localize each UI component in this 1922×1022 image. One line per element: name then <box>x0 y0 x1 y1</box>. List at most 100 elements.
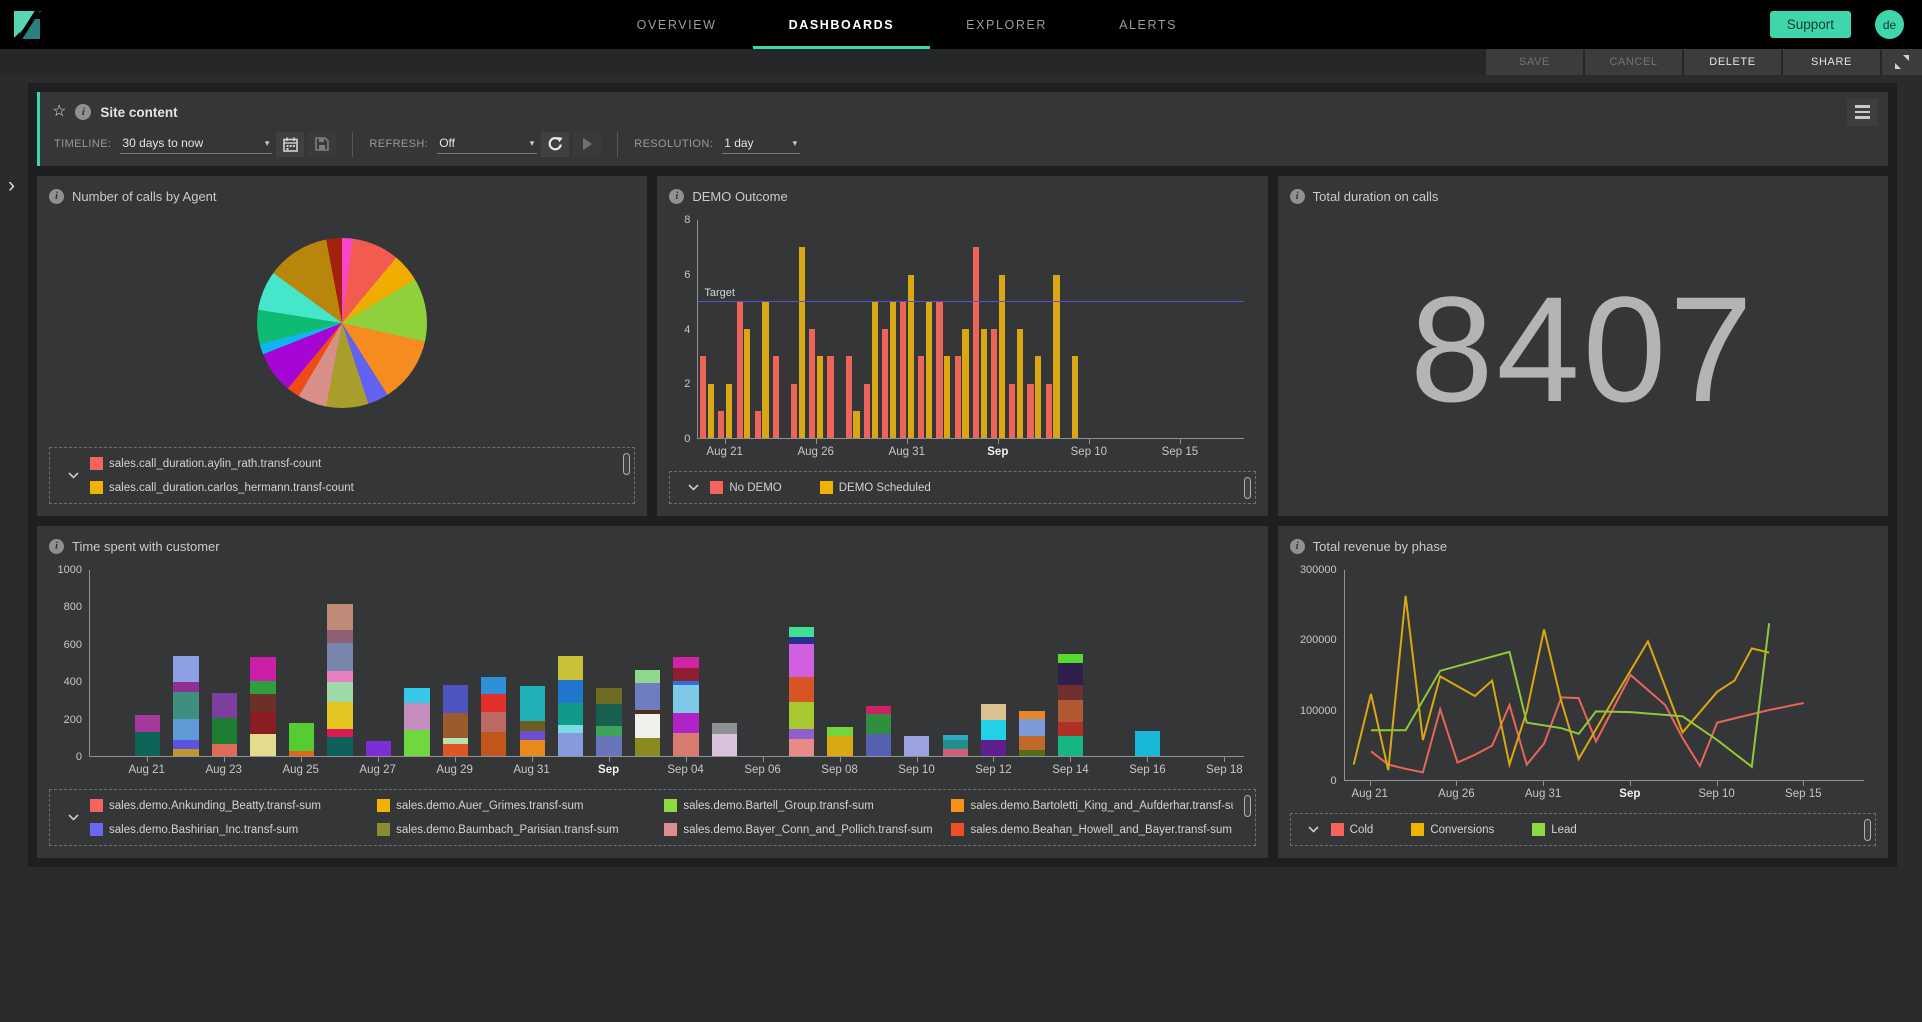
bar-segment[interactable] <box>404 703 430 730</box>
bar-no-demo[interactable] <box>827 356 834 438</box>
legend-collapse-chevron[interactable] <box>56 799 90 836</box>
bar-demo-scheduled[interactable] <box>1071 356 1078 438</box>
bar-segment[interactable] <box>442 743 468 756</box>
bar-segment[interactable] <box>827 727 853 736</box>
bar-no-demo[interactable] <box>954 356 961 438</box>
bar-segment[interactable] <box>673 685 699 714</box>
bar-segment[interactable] <box>134 715 161 732</box>
bar-no-demo[interactable] <box>990 329 998 438</box>
bar-segment[interactable] <box>442 685 468 714</box>
bar-segment[interactable] <box>904 736 930 756</box>
stacked-bar[interactable] <box>404 688 430 756</box>
bar-no-demo[interactable] <box>754 410 761 438</box>
bar-segment[interactable] <box>634 683 661 710</box>
bar-segment[interactable] <box>1019 735 1045 751</box>
bar-no-demo[interactable] <box>1009 383 1016 438</box>
bar-segment[interactable] <box>1057 700 1084 722</box>
bar-segment[interactable] <box>788 702 815 730</box>
bar-no-demo[interactable] <box>900 301 907 438</box>
bar-segment[interactable] <box>596 726 622 737</box>
legend-item[interactable]: sales.demo.Bartell_Group.transf-sum <box>664 799 945 812</box>
bar-segment[interactable] <box>1134 730 1161 756</box>
bar-segment[interactable] <box>1057 721 1084 736</box>
calendar-button[interactable] <box>276 131 305 157</box>
stacked-bar[interactable] <box>711 723 738 756</box>
bar-segment[interactable] <box>327 681 353 703</box>
bar-demo-scheduled[interactable] <box>744 329 751 438</box>
stacked-bar[interactable] <box>211 692 238 756</box>
nav-tab-dashboards[interactable]: DASHBOARDS <box>752 0 931 49</box>
bar-segment[interactable] <box>327 729 353 738</box>
bar-segment[interactable] <box>481 693 507 713</box>
nav-tab-explorer[interactable]: EXPLORER <box>930 0 1083 49</box>
legend-item[interactable]: sales.demo.Bashirian_Inc.transf-sum <box>90 823 371 836</box>
sidebar-expand-chevron[interactable]: › <box>8 175 15 196</box>
bar-demo-scheduled[interactable] <box>1016 329 1024 438</box>
bar-no-demo[interactable] <box>881 329 889 438</box>
legend-scrollbar[interactable] <box>1243 795 1251 817</box>
stacked-bar[interactable] <box>173 656 199 756</box>
bar-segment[interactable] <box>981 719 1007 741</box>
dashboard-menu-button[interactable] <box>1847 98 1878 126</box>
favorite-star-icon[interactable]: ☆ <box>52 104 66 120</box>
save-timeline-button[interactable] <box>308 131 337 157</box>
save-button[interactable]: SAVE <box>1486 49 1583 75</box>
support-button[interactable]: Support <box>1769 11 1851 38</box>
bar-segment[interactable] <box>788 626 815 637</box>
bar-segment[interactable] <box>634 669 661 684</box>
refresh-dropdown[interactable]: Off ▾ <box>437 134 538 154</box>
stacked-bar[interactable] <box>327 604 353 756</box>
bar-demo-scheduled[interactable] <box>817 356 824 438</box>
legend-item[interactable]: No DEMO <box>710 481 782 494</box>
app-logo-icon[interactable] <box>12 8 44 41</box>
bar-segment[interactable] <box>1019 750 1045 756</box>
bar-no-demo[interactable] <box>863 383 870 438</box>
bar-segment[interactable] <box>250 693 276 713</box>
legend-item[interactable]: sales.demo.Auer_Grimes.transf-sum <box>377 799 658 812</box>
legend-collapse-chevron[interactable] <box>56 457 90 494</box>
bar-segment[interactable] <box>250 657 276 681</box>
bar-demo-scheduled[interactable] <box>926 301 933 438</box>
bar-segment[interactable] <box>942 740 968 749</box>
stacked-bar[interactable] <box>365 741 392 756</box>
legend-scrollbar[interactable] <box>623 453 631 475</box>
bar-segment[interactable] <box>596 688 622 704</box>
bar-segment[interactable] <box>1019 718 1045 736</box>
bar-segment[interactable] <box>250 680 276 694</box>
legend-item[interactable]: Lead <box>1532 823 1577 836</box>
legend-item[interactable]: sales.demo.Baumbach_Parisian.transf-sum <box>377 823 658 836</box>
bar-demo-scheduled[interactable] <box>871 301 878 438</box>
bar-segment[interactable] <box>481 676 507 694</box>
legend-item[interactable]: sales.demo.Bayer_Conn_and_Pollich.transf… <box>664 823 945 836</box>
bar-segment[interactable] <box>673 732 699 756</box>
bar-no-demo[interactable] <box>936 301 943 438</box>
stacked-bar[interactable] <box>865 705 892 756</box>
series-line-conversions[interactable] <box>1353 596 1768 770</box>
bar-no-demo[interactable] <box>809 329 816 438</box>
bar-segment[interactable] <box>865 714 892 734</box>
bar-segment[interactable] <box>827 735 853 756</box>
bar-demo-scheduled[interactable] <box>798 247 806 438</box>
legend-collapse-chevron[interactable] <box>1297 823 1331 836</box>
bar-segment[interactable] <box>519 730 545 741</box>
bar-segment[interactable] <box>788 644 815 677</box>
bar-segment[interactable] <box>327 630 353 643</box>
bar-demo-scheduled[interactable] <box>1053 274 1060 438</box>
stacked-bar[interactable] <box>1134 730 1161 756</box>
bar-demo-scheduled[interactable] <box>944 356 951 438</box>
bar-segment[interactable] <box>519 720 545 731</box>
bar-segment[interactable] <box>981 740 1007 756</box>
legend-item[interactable]: sales.demo.Beahan_Howell_and_Bayer.trans… <box>951 823 1232 836</box>
legend-scrollbar[interactable] <box>1863 818 1871 841</box>
expand-button[interactable] <box>1882 49 1922 75</box>
timeline-dropdown[interactable]: 30 days to now ▾ <box>120 134 273 154</box>
stacked-bar[interactable] <box>1057 653 1084 756</box>
bar-segment[interactable] <box>788 676 815 703</box>
bar-segment[interactable] <box>250 733 276 756</box>
stacked-bar[interactable] <box>519 686 545 756</box>
bar-no-demo[interactable] <box>845 356 852 438</box>
bar-segment[interactable] <box>981 703 1007 720</box>
stacked-bar[interactable] <box>481 676 507 756</box>
bar-segment[interactable] <box>173 748 199 756</box>
refresh-button[interactable] <box>541 131 570 157</box>
